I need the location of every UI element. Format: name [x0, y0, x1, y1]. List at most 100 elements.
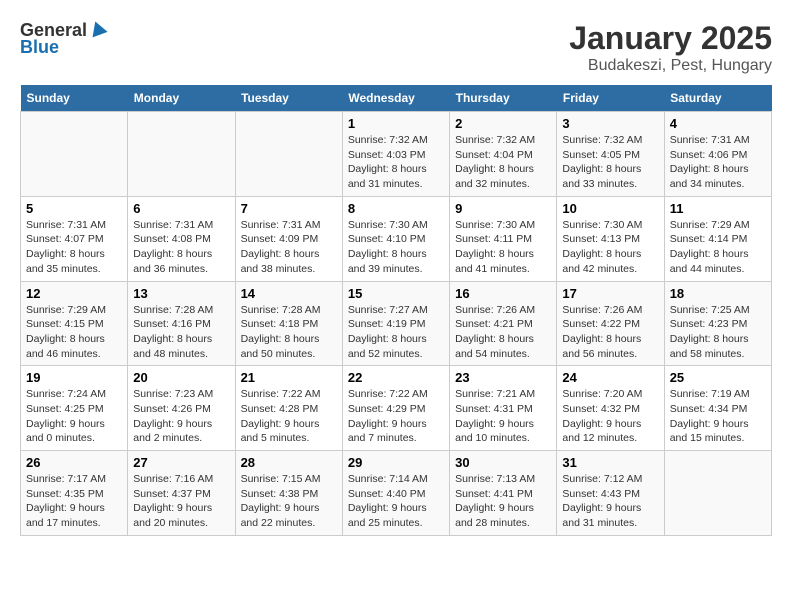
day-number: 7	[241, 201, 337, 216]
day-number: 12	[26, 286, 122, 301]
day-info: Sunrise: 7:17 AM Sunset: 4:35 PM Dayligh…	[26, 473, 106, 529]
day-cell: 24 Sunrise: 7:20 AM Sunset: 4:32 PM Dayli…	[557, 366, 664, 451]
day-cell	[235, 112, 342, 197]
day-info: Sunrise: 7:26 AM Sunset: 4:21 PM Dayligh…	[455, 304, 535, 360]
page-title: January 2025	[569, 20, 772, 57]
day-number: 6	[133, 201, 229, 216]
day-info: Sunrise: 7:23 AM Sunset: 4:26 PM Dayligh…	[133, 388, 213, 444]
title-area: January 2025 Budakeszi, Pest, Hungary	[569, 20, 772, 75]
day-info: Sunrise: 7:21 AM Sunset: 4:31 PM Dayligh…	[455, 388, 535, 444]
day-info: Sunrise: 7:15 AM Sunset: 4:38 PM Dayligh…	[241, 473, 321, 529]
day-number: 4	[670, 116, 766, 131]
day-number: 31	[562, 455, 658, 470]
day-cell: 5Sunrise: 7:31 AM Sunset: 4:07 PM Daylig…	[21, 196, 128, 281]
day-info: Sunrise: 7:32 AM Sunset: 4:04 PM Dayligh…	[455, 134, 535, 190]
header-cell-friday: Friday	[557, 85, 664, 112]
page-subtitle: Budakeszi, Pest, Hungary	[569, 57, 772, 75]
week-row-3: 19 Sunrise: 7:24 AM Sunset: 4:25 PM Dayli…	[21, 366, 772, 451]
day-info: Sunrise: 7:31 AM Sunset: 4:07 PM Dayligh…	[26, 219, 106, 275]
day-cell: 18 Sunrise: 7:25 AM Sunset: 4:23 PM Dayli…	[664, 281, 771, 366]
header-cell-wednesday: Wednesday	[342, 85, 449, 112]
day-cell: 8Sunrise: 7:30 AM Sunset: 4:10 PM Daylig…	[342, 196, 449, 281]
week-row-2: 12 Sunrise: 7:29 AM Sunset: 4:15 PM Dayli…	[21, 281, 772, 366]
day-cell	[21, 112, 128, 197]
day-cell: 4 Sunrise: 7:31 AM Sunset: 4:06 PM Daylig…	[664, 112, 771, 197]
day-cell: 17 Sunrise: 7:26 AM Sunset: 4:22 PM Dayli…	[557, 281, 664, 366]
day-number: 3	[562, 116, 658, 131]
day-info: Sunrise: 7:14 AM Sunset: 4:40 PM Dayligh…	[348, 473, 428, 529]
day-number: 27	[133, 455, 229, 470]
day-info: Sunrise: 7:26 AM Sunset: 4:22 PM Dayligh…	[562, 304, 642, 360]
day-number: 15	[348, 286, 444, 301]
day-info: Sunrise: 7:32 AM Sunset: 4:03 PM Dayligh…	[348, 134, 428, 190]
logo-blue-text: Blue	[20, 37, 59, 58]
day-number: 22	[348, 370, 444, 385]
day-info: Sunrise: 7:12 AM Sunset: 4:43 PM Dayligh…	[562, 473, 642, 529]
day-info: Sunrise: 7:22 AM Sunset: 4:28 PM Dayligh…	[241, 388, 321, 444]
day-number: 10	[562, 201, 658, 216]
day-info: Sunrise: 7:19 AM Sunset: 4:34 PM Dayligh…	[670, 388, 750, 444]
calendar-header: SundayMondayTuesdayWednesdayThursdayFrid…	[21, 85, 772, 112]
day-cell: 16 Sunrise: 7:26 AM Sunset: 4:21 PM Dayli…	[450, 281, 557, 366]
day-cell: 30Sunrise: 7:13 AM Sunset: 4:41 PM Dayli…	[450, 451, 557, 536]
day-cell: 26 Sunrise: 7:17 AM Sunset: 4:35 PM Dayli…	[21, 451, 128, 536]
day-number: 29	[348, 455, 444, 470]
calendar-table: SundayMondayTuesdayWednesdayThursdayFrid…	[20, 85, 772, 536]
day-cell: 11 Sunrise: 7:29 AM Sunset: 4:14 PM Dayli…	[664, 196, 771, 281]
day-number: 11	[670, 201, 766, 216]
day-cell: 31 Sunrise: 7:12 AM Sunset: 4:43 PM Dayli…	[557, 451, 664, 536]
day-cell: 10 Sunrise: 7:30 AM Sunset: 4:13 PM Dayli…	[557, 196, 664, 281]
day-info: Sunrise: 7:27 AM Sunset: 4:19 PM Dayligh…	[348, 304, 428, 360]
day-number: 25	[670, 370, 766, 385]
day-info: Sunrise: 7:30 AM Sunset: 4:13 PM Dayligh…	[562, 219, 642, 275]
day-number: 24	[562, 370, 658, 385]
day-cell: 20 Sunrise: 7:23 AM Sunset: 4:26 PM Dayli…	[128, 366, 235, 451]
day-cell: 12 Sunrise: 7:29 AM Sunset: 4:15 PM Dayli…	[21, 281, 128, 366]
day-info: Sunrise: 7:22 AM Sunset: 4:29 PM Dayligh…	[348, 388, 428, 444]
day-cell: 27 Sunrise: 7:16 AM Sunset: 4:37 PM Dayli…	[128, 451, 235, 536]
day-cell: 13Sunrise: 7:28 AM Sunset: 4:16 PM Dayli…	[128, 281, 235, 366]
day-info: Sunrise: 7:31 AM Sunset: 4:06 PM Dayligh…	[670, 134, 750, 190]
day-cell: 22 Sunrise: 7:22 AM Sunset: 4:29 PM Dayli…	[342, 366, 449, 451]
day-info: Sunrise: 7:32 AM Sunset: 4:05 PM Dayligh…	[562, 134, 642, 190]
day-number: 18	[670, 286, 766, 301]
header-cell-saturday: Saturday	[664, 85, 771, 112]
day-number: 23	[455, 370, 551, 385]
day-cell: 19 Sunrise: 7:24 AM Sunset: 4:25 PM Dayli…	[21, 366, 128, 451]
day-info: Sunrise: 7:13 AM Sunset: 4:41 PM Dayligh…	[455, 473, 535, 529]
day-cell: 3 Sunrise: 7:32 AM Sunset: 4:05 PM Daylig…	[557, 112, 664, 197]
day-number: 28	[241, 455, 337, 470]
day-number: 9	[455, 201, 551, 216]
day-info: Sunrise: 7:31 AM Sunset: 4:09 PM Dayligh…	[241, 219, 321, 275]
day-cell: 23 Sunrise: 7:21 AM Sunset: 4:31 PM Dayli…	[450, 366, 557, 451]
day-number: 8	[348, 201, 444, 216]
day-info: Sunrise: 7:29 AM Sunset: 4:15 PM Dayligh…	[26, 304, 106, 360]
day-cell: 14Sunrise: 7:28 AM Sunset: 4:18 PM Dayli…	[235, 281, 342, 366]
day-info: Sunrise: 7:16 AM Sunset: 4:37 PM Dayligh…	[133, 473, 213, 529]
day-cell: 28 Sunrise: 7:15 AM Sunset: 4:38 PM Dayli…	[235, 451, 342, 536]
week-row-1: 5Sunrise: 7:31 AM Sunset: 4:07 PM Daylig…	[21, 196, 772, 281]
day-cell: 2 Sunrise: 7:32 AM Sunset: 4:04 PM Daylig…	[450, 112, 557, 197]
day-number: 20	[133, 370, 229, 385]
day-info: Sunrise: 7:24 AM Sunset: 4:25 PM Dayligh…	[26, 388, 106, 444]
day-info: Sunrise: 7:30 AM Sunset: 4:11 PM Dayligh…	[455, 219, 535, 275]
day-number: 19	[26, 370, 122, 385]
header-cell-tuesday: Tuesday	[235, 85, 342, 112]
day-info: Sunrise: 7:29 AM Sunset: 4:14 PM Dayligh…	[670, 219, 750, 275]
header-cell-monday: Monday	[128, 85, 235, 112]
calendar-body: 1 Sunrise: 7:32 AM Sunset: 4:03 PM Daylig…	[21, 112, 772, 536]
day-number: 26	[26, 455, 122, 470]
header-cell-sunday: Sunday	[21, 85, 128, 112]
day-number: 1	[348, 116, 444, 131]
page-header: General Blue January 2025 Budakeszi, Pes…	[20, 20, 772, 75]
day-number: 16	[455, 286, 551, 301]
day-info: Sunrise: 7:20 AM Sunset: 4:32 PM Dayligh…	[562, 388, 642, 444]
day-number: 21	[241, 370, 337, 385]
day-number: 17	[562, 286, 658, 301]
day-info: Sunrise: 7:28 AM Sunset: 4:18 PM Dayligh…	[241, 304, 321, 360]
day-number: 2	[455, 116, 551, 131]
day-cell: 6Sunrise: 7:31 AM Sunset: 4:08 PM Daylig…	[128, 196, 235, 281]
day-info: Sunrise: 7:25 AM Sunset: 4:23 PM Dayligh…	[670, 304, 750, 360]
day-cell: 7 Sunrise: 7:31 AM Sunset: 4:09 PM Daylig…	[235, 196, 342, 281]
week-row-4: 26 Sunrise: 7:17 AM Sunset: 4:35 PM Dayli…	[21, 451, 772, 536]
